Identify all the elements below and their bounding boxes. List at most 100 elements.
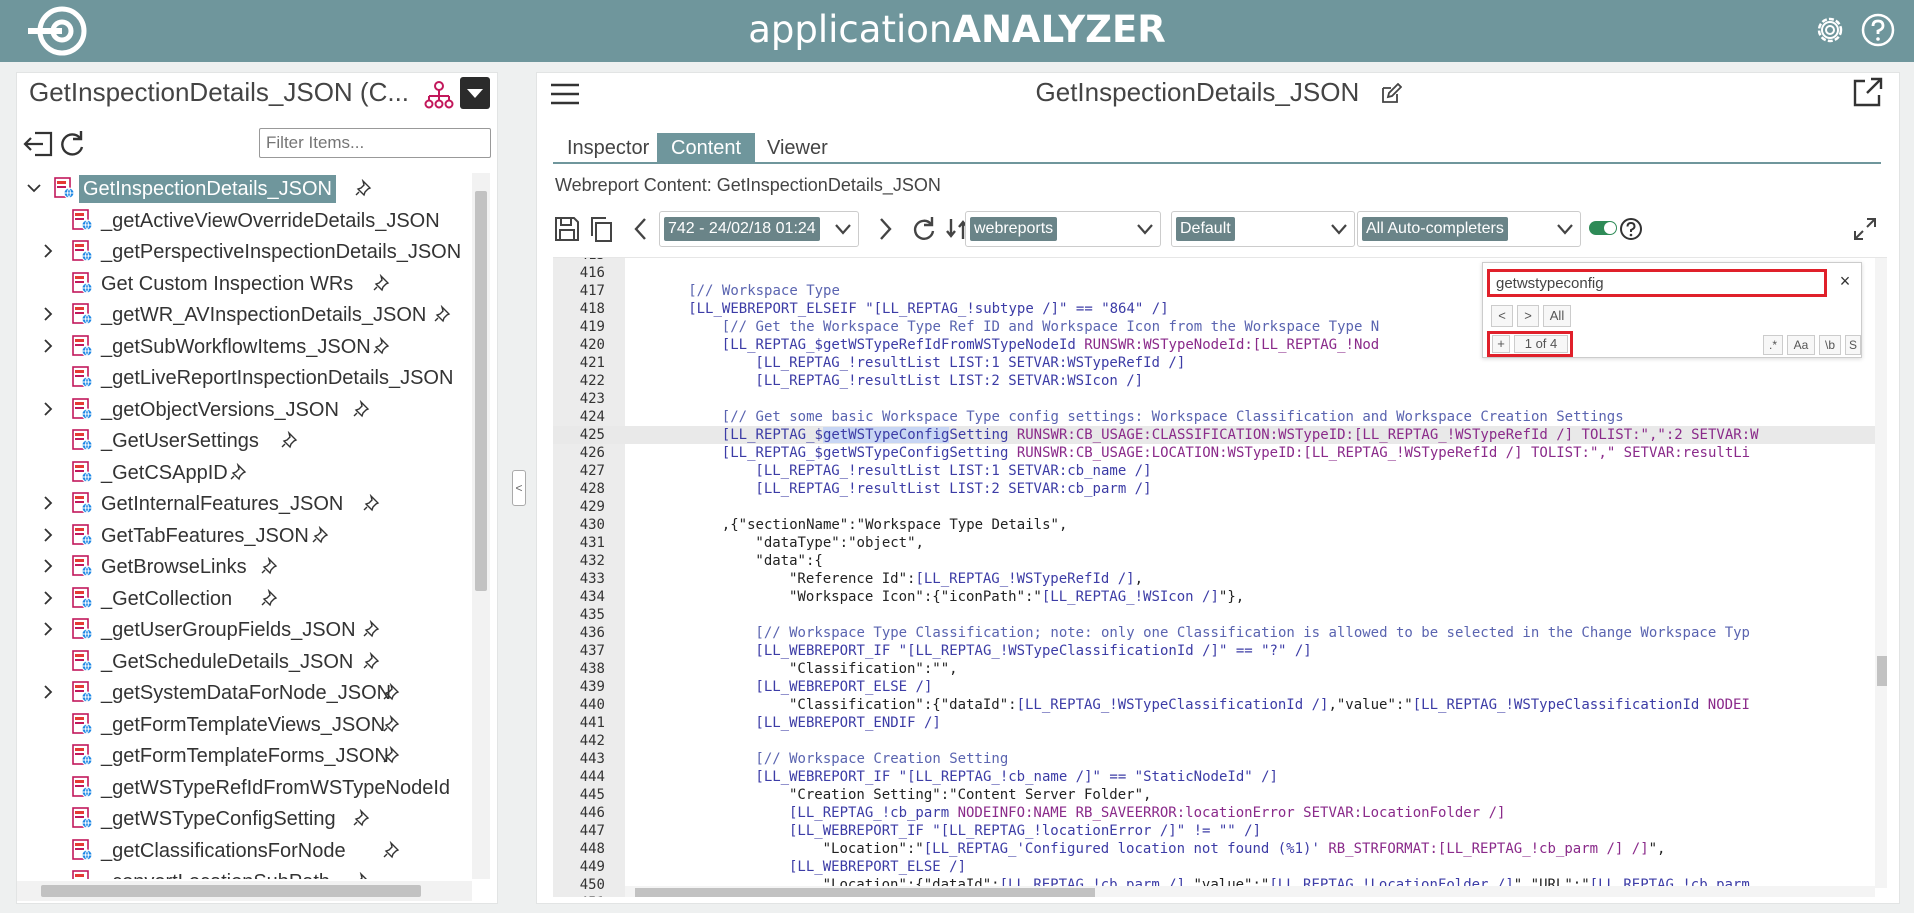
chevron-right-icon[interactable] (41, 590, 55, 605)
tree-item[interactable]: _getSystemDataForNode_JSON (17, 677, 471, 709)
tree-item[interactable]: _getObjectVersions_JSON (17, 394, 471, 426)
editor-horizontal-scrollbar[interactable] (625, 886, 1875, 897)
chevron-right-icon[interactable] (41, 496, 55, 510)
tree-item[interactable]: _convertLocationSubPath (17, 866, 471, 879)
pin-icon[interactable] (260, 588, 278, 607)
code-line[interactable]: 449 [LL_WEBREPORT_ELSE /] (553, 858, 1887, 876)
panel-collapse-handle[interactable]: < (512, 470, 526, 506)
autocomplete-toggle[interactable] (1589, 221, 1617, 235)
find-all-button[interactable]: All (1543, 305, 1571, 327)
code-line[interactable]: 441 [LL_WEBREPORT_ENDIF /] (553, 714, 1887, 732)
chevron-right-icon[interactable] (41, 559, 55, 573)
help-icon[interactable] (1619, 217, 1643, 241)
mode-select[interactable]: webreports (965, 211, 1161, 247)
pin-icon[interactable] (382, 840, 400, 859)
chevron-right-icon[interactable] (41, 401, 55, 416)
pin-icon[interactable] (352, 809, 370, 827)
in-selection-option-button[interactable]: S (1845, 335, 1861, 355)
tree-item[interactable]: _GetCollection (17, 583, 471, 615)
chevron-right-icon[interactable] (41, 527, 55, 542)
theme-select[interactable]: Default (1171, 211, 1355, 247)
code-line[interactable]: 437 [LL_WEBREPORT_IF "[LL_REPTAG_!WSTypeC… (553, 642, 1887, 660)
code-line[interactable]: 424 [// Get some basic Workspace Type con… (553, 408, 1887, 426)
pin-icon[interactable] (433, 305, 451, 323)
chevron-right-icon[interactable] (41, 338, 55, 353)
pin-icon[interactable] (260, 557, 278, 575)
tree-item[interactable]: _getLiveReportInspectionDetails_JSON (17, 362, 471, 394)
tree-item[interactable]: _getActiveViewOverrideDetails_JSON (17, 205, 471, 237)
open-external-icon[interactable] (1851, 75, 1885, 109)
code-line[interactable]: 432 "data":{ (553, 552, 1887, 570)
pin-icon[interactable] (362, 494, 380, 512)
code-line[interactable]: 446 [LL_REPTAG_!cb_parm NODEINFO:NAME RB_… (553, 804, 1887, 822)
regex-option-button[interactable]: .* (1763, 335, 1783, 355)
pin-icon[interactable] (372, 336, 390, 355)
pin-icon[interactable] (382, 714, 400, 733)
close-icon[interactable]: × (1835, 271, 1855, 291)
pin-icon[interactable] (311, 525, 329, 544)
scroll-thumb[interactable] (475, 191, 487, 591)
tree-item[interactable]: _getSubWorkflowItems_JSON (17, 331, 471, 363)
tree-item[interactable]: GetBrowseLinks (17, 551, 471, 583)
refresh-icon[interactable] (55, 129, 89, 159)
version-select[interactable]: 742 - 24/02/18 01:24 (659, 211, 859, 247)
help-icon[interactable] (1860, 12, 1896, 48)
filter-items-input[interactable] (259, 128, 491, 158)
pin-icon[interactable] (280, 431, 298, 449)
tree-item[interactable]: _GetUserSettings (17, 425, 471, 457)
code-line[interactable]: 439 [LL_WEBREPORT_ELSE /] (553, 678, 1887, 696)
chevron-right-icon[interactable] (41, 244, 55, 258)
save-icon[interactable] (553, 215, 581, 243)
code-line[interactable]: 436 [// Workspace Type Classification; no… (553, 624, 1887, 642)
tree-item[interactable]: _getClassificationsForNode (17, 835, 471, 867)
back-exit-icon[interactable] (23, 129, 57, 159)
tree-item[interactable]: Get Custom Inspection WRs (17, 268, 471, 300)
code-line[interactable]: 429 (553, 498, 1887, 516)
tree-vertical-scrollbar[interactable] (472, 173, 490, 879)
editor-vertical-scrollbar[interactable] (1875, 258, 1887, 888)
next-version-icon[interactable] (871, 215, 899, 243)
code-line[interactable]: 428 [LL_REPTAG_!resultList LIST:2 SETVAR:… (553, 480, 1887, 498)
case-sensitive-option-button[interactable]: Aa (1787, 335, 1815, 355)
tree-item[interactable]: _getWR_AVInspectionDetails_JSON (17, 299, 471, 331)
scroll-thumb[interactable] (635, 888, 1095, 897)
code-line[interactable]: 442 (553, 732, 1887, 750)
code-line[interactable]: 425 [LL_REPTAG_$getWSTypeConfigSetting RU… (553, 426, 1887, 444)
code-line[interactable]: 433 "Reference Id":[LL_REPTAG_!WSTypeRefI… (553, 570, 1887, 588)
code-line[interactable]: 426 [LL_REPTAG_$getWSTypeConfigSetting RU… (553, 444, 1887, 462)
tab-viewer[interactable]: Viewer (753, 133, 842, 163)
previous-version-icon[interactable] (627, 215, 655, 243)
tree-item[interactable]: GetTabFeatures_JSON (17, 520, 471, 552)
tree-item[interactable]: _getFormTemplateForms_JSON (17, 740, 471, 772)
code-line[interactable]: 443 [// Workspace Creation Setting (553, 750, 1887, 768)
chevron-down-icon[interactable] (27, 181, 41, 195)
tree-item[interactable]: GetInternalFeatures_JSON (17, 488, 471, 520)
code-line[interactable]: 430 ,{"sectionName":"Workspace Type Detai… (553, 516, 1887, 534)
pin-icon[interactable] (352, 399, 370, 418)
find-input[interactable] (1487, 269, 1827, 297)
settings-gear-icon[interactable] (1812, 12, 1848, 48)
tree-item[interactable]: GetInspectionDetails_JSON (17, 173, 471, 205)
tree-item[interactable]: _GetScheduleDetails_JSON (17, 646, 471, 678)
tree-item[interactable]: _GetCSAppID (17, 457, 471, 489)
code-line[interactable]: 448 "Location":"[LL_REPTAG_'Configured lo… (553, 840, 1887, 858)
hierarchy-icon[interactable] (423, 79, 455, 111)
fullscreen-icon[interactable] (1851, 215, 1879, 243)
tree-item[interactable]: _getWSTypeRefIdFromWSTypeNodeId (17, 772, 471, 804)
code-line[interactable]: 444 [LL_WEBREPORT_IF "[LL_REPTAG_!cb_name… (553, 768, 1887, 786)
tab-inspector[interactable]: Inspector (553, 133, 663, 163)
edit-icon[interactable] (1380, 83, 1403, 105)
reload-icon[interactable] (909, 215, 937, 243)
panel-dropdown-button[interactable] (460, 77, 490, 109)
code-line[interactable]: 427 [LL_REPTAG_!resultList LIST:1 SETVAR:… (553, 462, 1887, 480)
tree-item[interactable]: _getUserGroupFields_JSON (17, 614, 471, 646)
code-line[interactable]: 447 [LL_WEBREPORT_IF "[LL_REPTAG_!locatio… (553, 822, 1887, 840)
replace-toggle-button[interactable]: + (1492, 335, 1510, 353)
code-line[interactable]: 435 (553, 606, 1887, 624)
tree-item[interactable]: _getFormTemplateViews_JSON (17, 709, 471, 741)
code-line[interactable]: 438 "Classification":"", (553, 660, 1887, 678)
pin-icon[interactable] (372, 273, 390, 292)
chevron-right-icon[interactable] (41, 307, 55, 321)
tree-item[interactable]: _getWSTypeConfigSetting (17, 803, 471, 835)
scroll-thumb[interactable] (41, 885, 421, 897)
